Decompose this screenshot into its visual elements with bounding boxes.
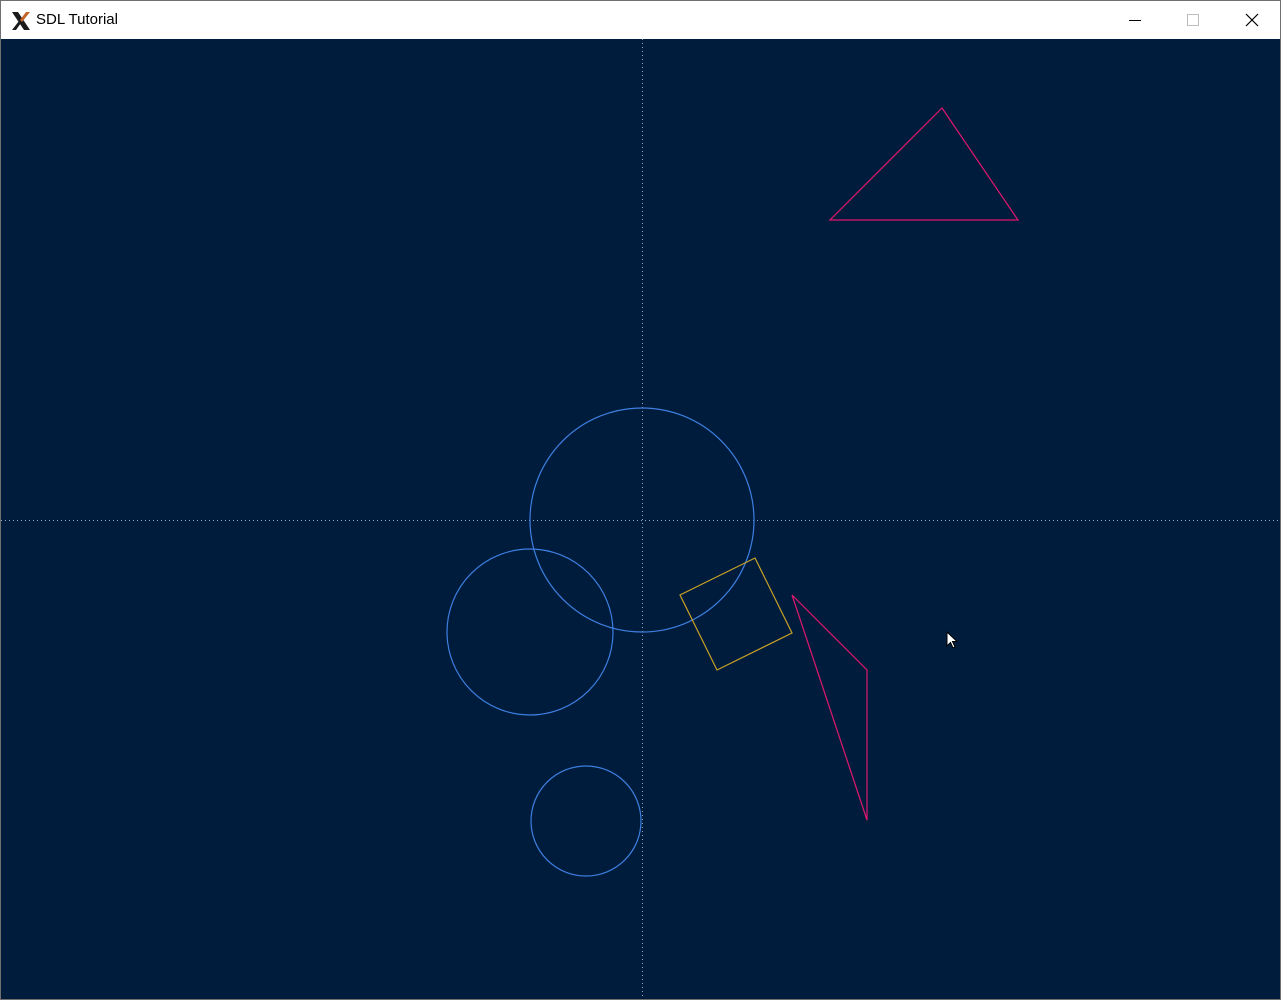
rotated-square [679, 557, 793, 671]
minimize-button[interactable] [1106, 1, 1164, 39]
maximize-icon [1187, 14, 1199, 26]
small-circle [530, 765, 642, 877]
x-logo-icon [10, 10, 32, 32]
maximize-button[interactable] [1164, 1, 1222, 39]
top-triangle [828, 107, 1020, 221]
render-canvas[interactable] [1, 39, 1280, 999]
minimize-icon [1129, 20, 1141, 21]
window-title: SDL Tutorial [36, 11, 118, 28]
close-icon [1245, 13, 1259, 27]
right-triangle [791, 594, 868, 821]
app-window: SDL Tutorial [0, 0, 1281, 1000]
medium-circle [446, 548, 614, 716]
title-bar[interactable]: SDL Tutorial [1, 1, 1280, 39]
shapes-layer [1, 39, 1280, 999]
close-button[interactable] [1222, 1, 1280, 39]
